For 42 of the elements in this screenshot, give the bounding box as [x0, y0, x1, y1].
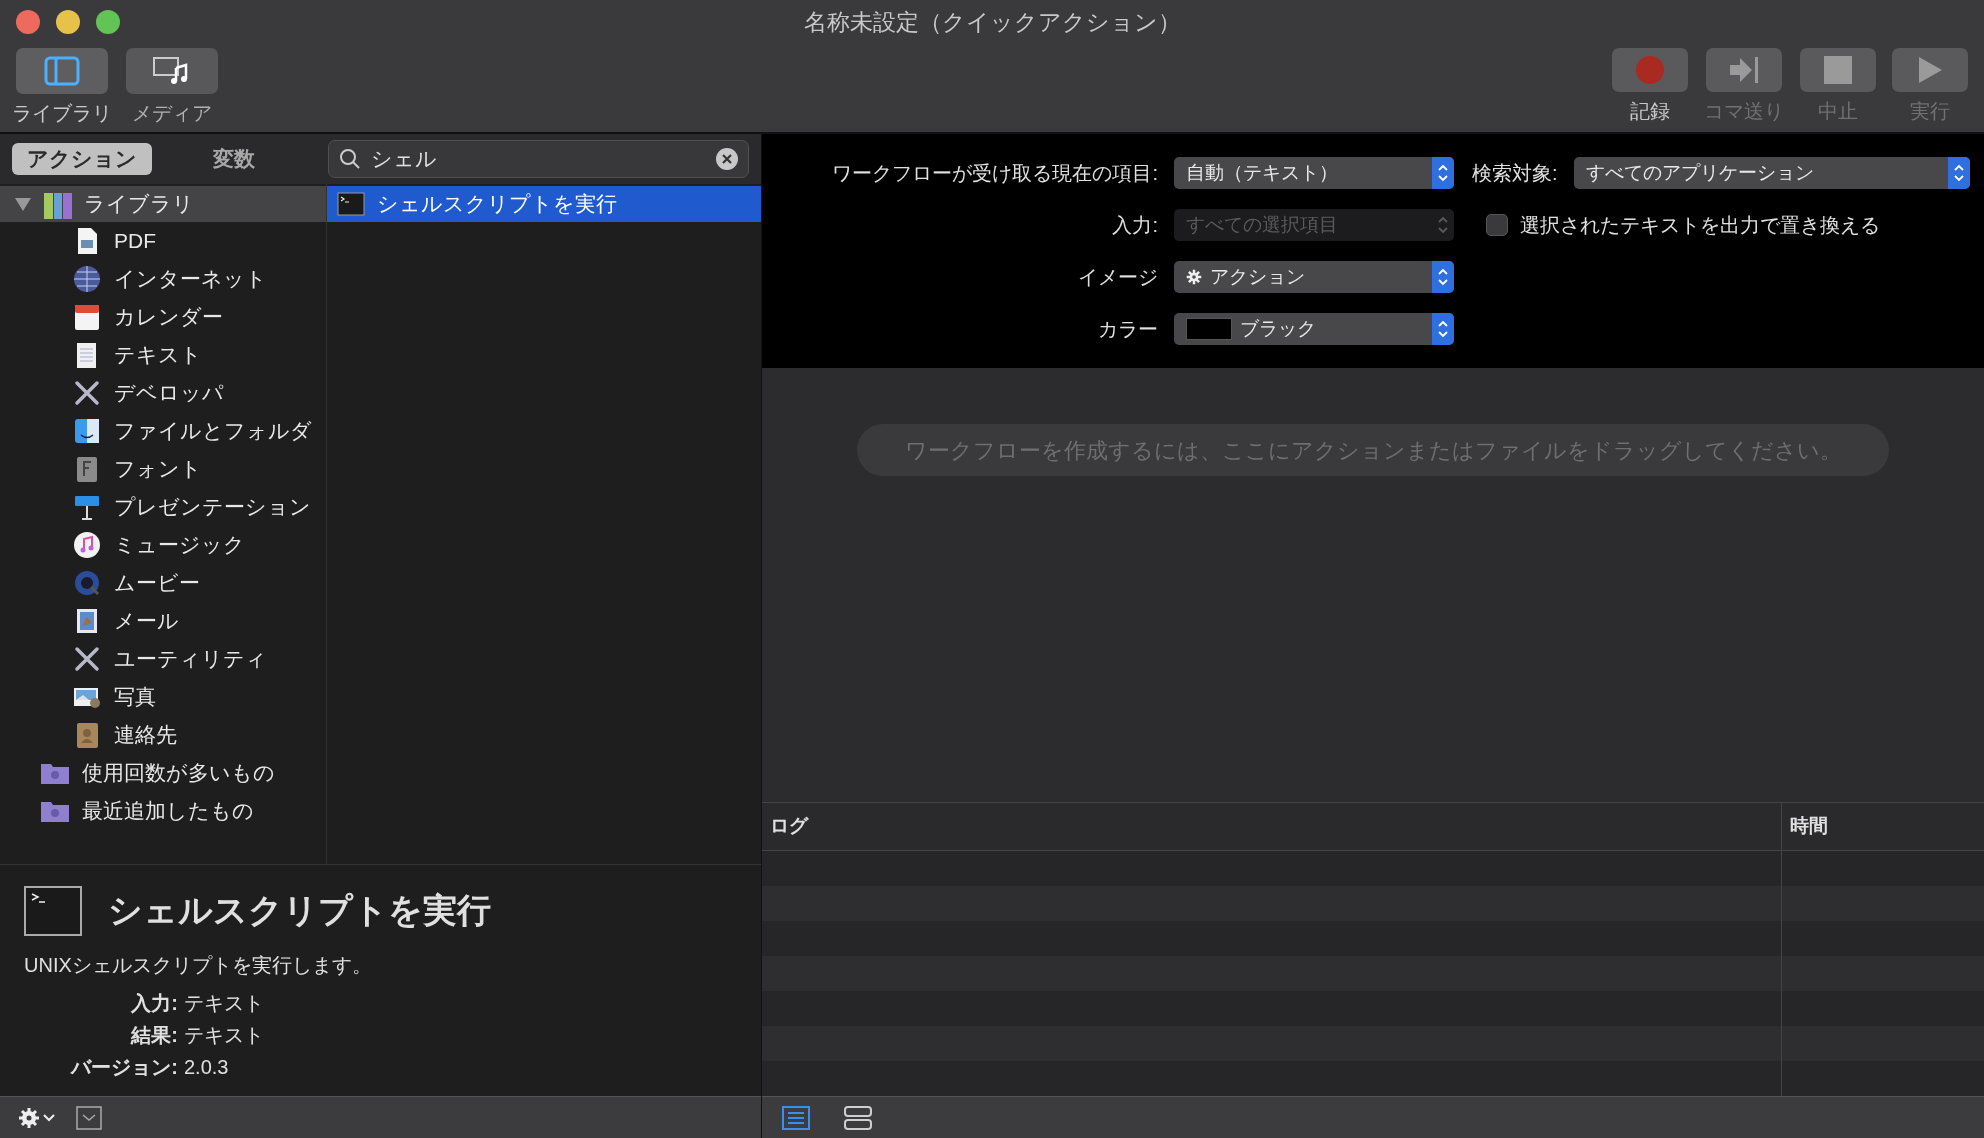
tree-item[interactable]: テキスト [0, 336, 326, 374]
column-header[interactable]: 時間 [1782, 803, 1828, 850]
action-title: シェルスクリプトを実行 [108, 890, 491, 931]
tree-item[interactable]: ミュージック [0, 526, 326, 564]
field-value: テキスト [184, 1023, 264, 1048]
field-label: バージョン: [71, 1055, 178, 1080]
field-label: イメージ [1077, 265, 1158, 290]
tree-item[interactable]: ライブラリ [0, 186, 326, 222]
field-label: カラー [1097, 317, 1158, 342]
tree-item[interactable]: ファイルとフォルダ [0, 412, 326, 450]
action-item[interactable]: シェルスクリプトを実行 [327, 186, 761, 222]
field-label: ワークフローが受け取る現在の項目: [831, 161, 1158, 186]
tree-item[interactable]: PDF [0, 222, 326, 260]
tree-item[interactable]: 写真 [0, 678, 326, 716]
tree-item[interactable]: カレンダー [0, 298, 326, 336]
application-popup[interactable]: すべてのアプリケーション [1573, 157, 1970, 189]
column-header[interactable]: ログ [762, 803, 1782, 850]
tree-item[interactable]: ムービー [0, 564, 326, 602]
search-field[interactable]: シェル [328, 140, 749, 178]
field-value: テキスト [184, 991, 264, 1016]
field-label: 結果: [131, 1023, 178, 1048]
field-label: 入力: [131, 991, 178, 1016]
tree-item[interactable]: 連絡先 [0, 716, 326, 754]
tree-item[interactable]: デベロッパ [0, 374, 326, 412]
color-popup[interactable]: ブラック [1174, 313, 1454, 345]
tab[interactable]: アクション [12, 143, 152, 175]
tree-item[interactable]: ユーティリティ [0, 640, 326, 678]
tree-item[interactable]: 最近追加したもの [0, 792, 326, 830]
tree-item[interactable]: 使用回数が多いもの [0, 754, 326, 792]
field-label: 入力: [1111, 213, 1158, 238]
action-description: UNIXシェルスクリプトを実行します。 [24, 953, 373, 978]
tree-item[interactable]: フォント [0, 450, 326, 488]
input-type-popup[interactable]: 自動（テキスト） [1174, 157, 1454, 189]
field-value: 2.0.3 [184, 1055, 230, 1080]
tree-item[interactable]: プレゼンテーション [0, 488, 326, 526]
image-popup[interactable]: アクション [1174, 261, 1454, 293]
tab[interactable]: 変数 [164, 143, 304, 175]
tree-item[interactable]: インターネット [0, 260, 326, 298]
tree-item[interactable]: メール [0, 602, 326, 640]
checkbox-label: 選択されたテキストを出力で置き換える [1520, 213, 1880, 238]
field-label: 検索対象: [1472, 161, 1558, 186]
window-title: 名称未設定（クイックアクション） [803, 7, 1181, 37]
